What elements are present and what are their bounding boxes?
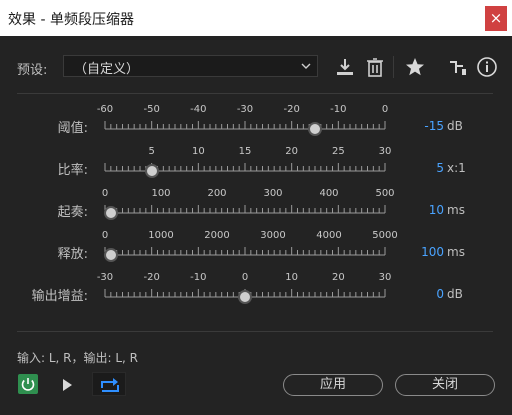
tick-label: 400 bbox=[319, 188, 339, 199]
slider-unit: dB bbox=[447, 119, 463, 133]
tick-label: 100 bbox=[151, 188, 171, 199]
tick-label: -30 bbox=[96, 272, 114, 283]
tick-label: -10 bbox=[330, 104, 347, 115]
tick-label: 0 bbox=[101, 230, 109, 241]
section-divider-top bbox=[17, 93, 493, 94]
tick-label: 3000 bbox=[260, 230, 286, 241]
tick-label: 300 bbox=[263, 188, 283, 199]
tick-label: -20 bbox=[143, 272, 160, 283]
tick-label: 0 bbox=[101, 188, 109, 199]
preset-value: （自定义） bbox=[74, 62, 140, 77]
preset-dropdown[interactable]: （自定义） bbox=[63, 55, 318, 77]
tick-label: 10 bbox=[191, 146, 205, 157]
slider-unit: ms bbox=[447, 203, 465, 217]
toolbar-divider bbox=[393, 56, 394, 78]
preset-label: 预设: bbox=[17, 63, 48, 78]
slider-value[interactable]: 0 bbox=[400, 287, 444, 301]
slider-value[interactable]: 100 bbox=[400, 245, 444, 259]
window-close-button[interactable]: × bbox=[485, 6, 507, 31]
effect-panel: 预设: （自定义） 阈值: -60 -50 -40 -30 -20 -10 0 … bbox=[0, 36, 512, 415]
slider-value[interactable]: 10 bbox=[400, 203, 444, 217]
close-button[interactable]: 关闭 bbox=[395, 374, 495, 396]
slider-track[interactable] bbox=[100, 246, 400, 260]
tick-label: 15 bbox=[238, 146, 252, 157]
tick-label: 20 bbox=[285, 146, 299, 157]
tick-label: 4000 bbox=[316, 230, 342, 241]
slider-knob[interactable] bbox=[103, 248, 118, 262]
tick-label: 200 bbox=[207, 188, 227, 199]
io-channels-text: 输入: L, R，输出: L, R bbox=[17, 351, 139, 365]
tick-label: -30 bbox=[236, 104, 254, 115]
slider-unit: ms bbox=[447, 245, 465, 259]
slider-knob[interactable] bbox=[103, 206, 118, 220]
slider-value[interactable]: -15 bbox=[400, 119, 444, 133]
tick-label: 20 bbox=[331, 272, 345, 283]
apply-button[interactable]: 应用 bbox=[283, 374, 383, 396]
slider-track[interactable] bbox=[100, 204, 400, 218]
slider-knob[interactable] bbox=[238, 290, 252, 304]
star-icon[interactable] bbox=[404, 56, 426, 78]
slider-label: 起奏: bbox=[57, 205, 88, 220]
title-bar: 效果 - 单频段压缩器 × bbox=[0, 0, 512, 36]
tick-label: 1000 bbox=[148, 230, 174, 241]
tick-label: -60 bbox=[96, 104, 114, 115]
slider-unit: x:1 bbox=[447, 161, 466, 175]
route-icon[interactable] bbox=[446, 56, 468, 78]
slider-label: 比率: bbox=[57, 163, 88, 178]
effect-dialog: 效果 - 单频段压缩器 × 预设: （自定义） 阈值: -60 -50 -40 … bbox=[0, 0, 512, 415]
trash-icon[interactable] bbox=[364, 56, 386, 78]
tick-label: -10 bbox=[190, 272, 207, 283]
tick-label: 500 bbox=[375, 188, 395, 199]
tick-label: 30 bbox=[378, 272, 392, 283]
slider-value[interactable]: 5 bbox=[400, 161, 444, 175]
download-icon[interactable] bbox=[334, 56, 356, 78]
info-icon[interactable] bbox=[476, 56, 498, 78]
tick-label: 0 bbox=[381, 104, 389, 115]
slider-label: 输出增益: bbox=[31, 289, 88, 304]
tick-label: -20 bbox=[283, 104, 300, 115]
play-icon[interactable] bbox=[58, 376, 76, 394]
slider-knob[interactable] bbox=[308, 122, 322, 136]
tick-label: -50 bbox=[143, 104, 160, 115]
tick-label: 5 bbox=[148, 146, 155, 157]
power-icon bbox=[21, 378, 35, 391]
window-title: 效果 - 单频段压缩器 bbox=[8, 12, 134, 28]
tick-label: -40 bbox=[190, 104, 207, 115]
loop-icon bbox=[101, 378, 119, 392]
section-divider-bottom bbox=[17, 331, 493, 332]
tick-label: 0 bbox=[241, 272, 249, 283]
slider-track[interactable] bbox=[100, 120, 400, 134]
power-toggle-button[interactable] bbox=[18, 374, 38, 394]
chevron-down-icon bbox=[301, 63, 311, 69]
tick-label: 30 bbox=[378, 146, 392, 157]
slider-unit: dB bbox=[447, 287, 463, 301]
tick-label: 5000 bbox=[372, 230, 398, 241]
slider-label: 释放: bbox=[57, 247, 88, 262]
tick-label: 10 bbox=[285, 272, 299, 283]
tick-label: 25 bbox=[331, 146, 345, 157]
loop-toggle-button[interactable] bbox=[92, 372, 126, 396]
tick-label: 2000 bbox=[204, 230, 230, 241]
slider-knob[interactable] bbox=[144, 164, 159, 178]
slider-label: 阈值: bbox=[57, 121, 88, 136]
